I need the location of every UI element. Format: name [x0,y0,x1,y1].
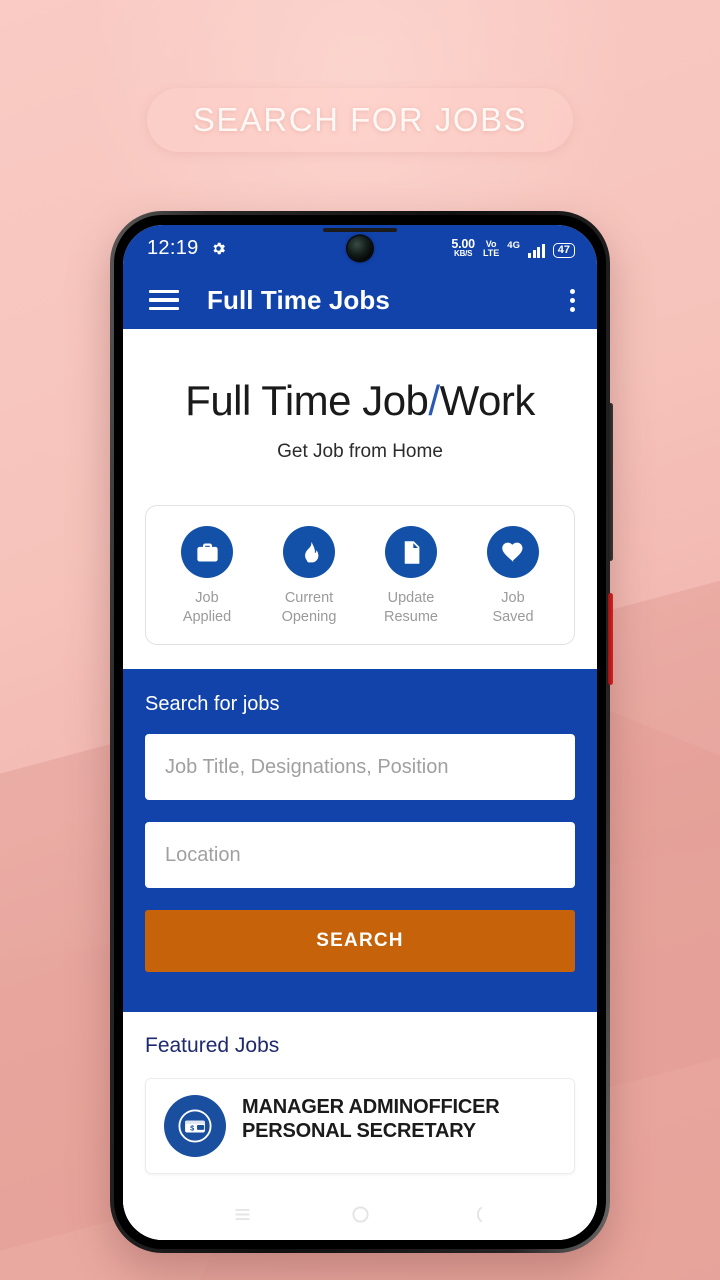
power-button[interactable] [608,593,613,685]
recents-icon[interactable] [233,1205,252,1229]
network-speed-indicator: 5.00 KB/S [451,238,475,259]
earpiece-speaker [323,228,397,232]
quick-action-label: Current Opening [281,590,337,625]
status-bar-clock: 12:19 [147,236,199,259]
featured-jobs-section: Featured Jobs $ MANAGER ADMINOFFICER PER… [123,1012,597,1175]
back-icon[interactable] [469,1205,488,1229]
job-title-input[interactable] [145,734,575,801]
svg-text:$: $ [190,1123,194,1132]
job-card-title: MANAGER ADMINOFFICER PERSONAL SECRETARY [242,1096,500,1143]
hero-section: Full Time Job/Work Get Job from Home [123,329,597,463]
app-bar-title: Full Time Jobs [207,284,390,315]
quick-action-current-opening[interactable]: Current Opening [259,526,359,626]
quick-action-label: Job Applied [182,590,232,625]
page-title-part-2: Work [439,377,536,424]
quick-action-job-applied[interactable]: Job Applied [157,526,257,626]
signal-bars-icon [527,244,545,259]
volume-button[interactable] [608,403,613,561]
page-title-slash: / [428,377,440,424]
quick-action-update-resume[interactable]: Update Resume [361,526,461,626]
briefcase-icon [181,526,233,578]
wallet-money-icon: $ [164,1095,226,1158]
featured-jobs-heading: Featured Jobs [145,1034,280,1058]
page-subtitle: Get Job from Home [277,441,443,462]
quick-action-label: Update Resume [384,590,438,625]
flame-icon [283,526,335,578]
home-icon[interactable] [351,1205,370,1229]
promo-banner: SEARCH FOR JOBS [147,88,573,152]
gear-icon [210,240,227,257]
app-bar: Full Time Jobs [123,271,597,329]
promo-banner-text: SEARCH FOR JOBS [192,101,528,138]
overflow-menu-icon[interactable] [570,288,575,312]
quick-actions-card: Job Applied Current Opening Update Resum… [145,505,575,646]
heart-icon [487,526,539,578]
quick-action-job-saved[interactable]: Job Saved [463,526,563,626]
volte-indicator: Vo LTE [483,240,499,258]
scroll-content[interactable]: Full Time Job/Work Get Job from Home Job… [123,329,597,1240]
quick-action-label: Job Saved [492,590,534,625]
android-navigation-bar [123,1194,597,1240]
search-section-heading: Search for jobs [145,693,280,716]
job-card[interactable]: $ MANAGER ADMINOFFICER PERSONAL SECRETAR… [145,1078,575,1175]
page-title-part-1: Full Time Job [185,377,429,424]
search-section: Search for jobs SEARCH [123,669,597,1013]
hamburger-menu-icon[interactable] [149,289,179,311]
phone-screen: 12:19 5.00 KB/S Vo LTE 4G 47 Full Time J… [123,225,597,1240]
search-button[interactable]: SEARCH [145,910,575,973]
battery-indicator: 47 [552,242,575,259]
status-bar-left: 12:19 [147,237,227,260]
page-title: Full Time Job/Work [123,377,597,425]
volte-line-2: LTE [482,248,500,259]
status-bar-right: 5.00 KB/S Vo LTE 4G 47 [451,238,575,259]
network-speed-unit: KB/S [454,249,473,259]
document-icon [385,526,437,578]
location-input[interactable] [145,822,575,889]
phone-bezel: 12:19 5.00 KB/S Vo LTE 4G 47 Full Time J… [114,215,606,1249]
phone-device-frame: 12:19 5.00 KB/S Vo LTE 4G 47 Full Time J… [110,211,613,1253]
network-type-label: 4G [507,240,520,252]
front-camera-punchhole [347,236,373,261]
